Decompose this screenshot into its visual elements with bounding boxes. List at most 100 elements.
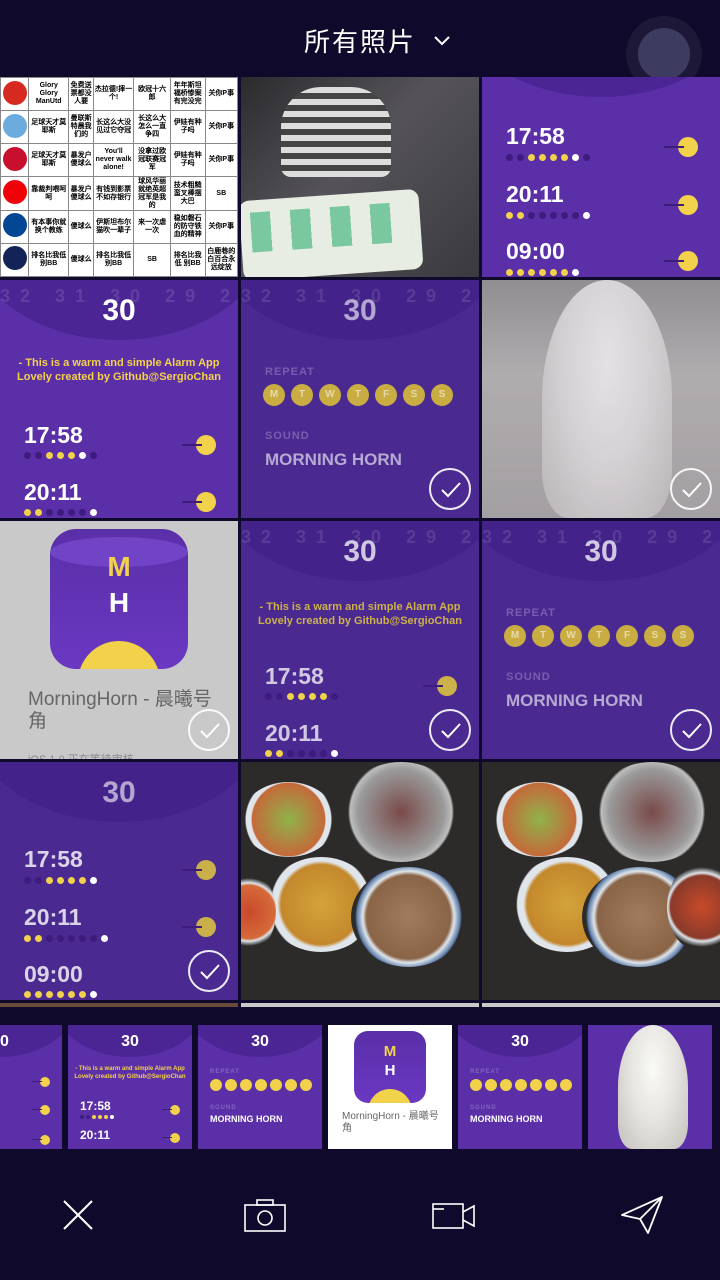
repeat-days [210,1079,312,1091]
table-cell: 长这么大怎么一直争四 [133,110,171,145]
alarm-toggle [182,492,216,512]
check-circle-icon[interactable] [429,709,471,751]
repeat-label: REPEAT [506,607,556,619]
date-arc [482,77,720,97]
repeat-day: S [672,625,694,647]
morninghorn-app-icon: M H [50,529,188,669]
selected-thumb[interactable]: 30 - This is a warm and simple Alarm App… [68,1025,192,1149]
repeat-day: T [532,625,554,647]
app-message-line1: - This is a warm and simple Alarm App [259,601,461,613]
table-cell: Glory Glory ManUtd [27,77,70,112]
photo-tile-alarm-settings-2[interactable]: 32 31 30 29 28 30 REPEAT M T W T F S S S… [482,521,720,759]
repeat-day: T [588,625,610,647]
alarm-toggle [664,251,698,271]
icon-letter-h: H [108,587,130,618]
table-cell: 伊斯坦布尔猫吹一辈子 [92,209,135,244]
photo-tile-food-1[interactable] [241,762,479,1000]
alarm-day-dots [24,509,97,517]
alarm-toggle [664,195,698,215]
video-camera-icon[interactable] [430,1191,478,1239]
current-date: 30 [251,1033,269,1050]
alarm-toggle [182,435,216,455]
alarm-time: 17:58 [506,123,565,149]
alarm-time: 20:11 [24,904,82,930]
pot [592,762,712,862]
table-cell: 欧冠十六郎 [133,77,171,112]
table-cell: 有本事你就换个教练 [27,209,70,244]
table-cell: 没拿过欧冠联赛冠军 [133,143,171,178]
tottenham-crest-icon [2,246,27,271]
photo-tile-alarm-home[interactable]: 32 31 30 29 28 30 - This is a warm and s… [0,280,238,518]
table-cell: SB [204,176,238,211]
selected-thumb[interactable] [588,1025,712,1149]
repeat-day: M [263,384,285,406]
manutd-crest-icon [2,80,27,105]
cat-shape [618,1025,688,1149]
alarm-day-dots [24,935,108,943]
send-icon[interactable] [618,1191,666,1239]
table-cell: 排名比我低 别BB [27,242,70,277]
check-circle-icon[interactable] [429,468,471,510]
bottom-toolbar [0,1149,720,1280]
alarm-toggle [182,917,216,937]
selected-thumb[interactable]: 30 REPEAT SOUND MORNING HORN [458,1025,582,1149]
table-cell: 曼联斯特晨我们的 [68,110,94,145]
alarm-time: 17:58 [24,422,83,448]
album-title[interactable]: 所有照片 [0,22,720,59]
selected-thumb[interactable]: 30 [0,1025,62,1149]
photo-grid: Glory Glory ManUtd 免费送票都没人要 杰拉德!摔一个! 欧冠十… [0,77,720,1007]
selected-thumb[interactable]: 30 REPEAT SOUND MORNING HORN [198,1025,322,1149]
photo-tile-person-pillow[interactable] [241,77,479,277]
repeat-label: REPEAT [470,1069,500,1075]
pot [341,762,461,862]
photo-tile-alarm-home-2[interactable]: 32 31 30 29 28 30 - This is a warm and s… [241,521,479,759]
table-cell: 长这么大没见过它夺冠 [92,110,135,145]
alarm-toggle [423,676,457,696]
table-cell: 杰拉德!摔一个! [92,77,135,112]
alarm-toggle [162,1133,180,1143]
sound-label: SOUND [470,1105,497,1111]
photo-tile-partial[interactable] [241,1003,479,1007]
app-message-line2: Lovely created by Github@SergioChan [17,371,221,383]
morninghorn-app-icon: M H [354,1031,426,1103]
photo-tile-cat[interactable] [482,280,720,518]
alarm-toggle [32,1135,50,1145]
alarm-time: 20:11 [24,479,82,505]
check-circle-icon[interactable] [670,468,712,510]
photo-tile-alarm-settings[interactable]: 32 31 30 29 28 30 REPEAT M T W T F S S S… [241,280,479,518]
photo-tile-partial[interactable] [482,1003,720,1007]
sound-label: SOUND [506,671,551,683]
table-cell: You'll never walk alone! [92,143,135,178]
table-cell: 关你P事 [204,77,238,112]
sound-label: SOUND [265,430,310,442]
alarm-day-dots [265,750,338,758]
check-circle-icon[interactable] [670,709,712,751]
chevron-down-icon[interactable] [432,34,452,48]
photo-tile-food-2[interactable] [482,762,720,1000]
arsenal-crest-icon [2,180,27,205]
repeat-label: REPEAT [265,366,315,378]
photo-tile-football-table[interactable]: Glory Glory ManUtd 免费送票都没人要 杰拉德!摔一个! 欧冠十… [0,77,238,277]
photo-tile-app-icon[interactable]: M H MorningHorn - 晨曦号角 iOS 1.0 正在等待审核 [0,521,238,759]
table-cell: 排名比我低 别BB [169,242,206,277]
photo-tile-alarm-list[interactable]: 17:58 20:11 09:00 [482,77,720,277]
table-cell: 球风华丽就绝英超冠军是我的 [133,176,171,211]
sound-label: SOUND [210,1105,237,1111]
current-date: 30 [121,1033,139,1050]
camera-icon[interactable] [241,1191,289,1239]
alarm-time: 09:00 [506,238,565,264]
check-circle-icon[interactable] [188,709,230,751]
plate [351,867,466,967]
check-circle-icon[interactable] [188,950,230,992]
app-name: MorningHorn - 晨曦号角 [342,1111,439,1134]
alarm-time: 09:00 [24,961,83,987]
icon-letter-h: H [384,1062,396,1079]
photo-tile-alarm-list-2[interactable]: 30 17:58 20:11 09:00 [0,762,238,1000]
table-cell: 关你P事 [204,110,238,145]
selected-thumb[interactable]: M H MorningHorn - 晨曦号角 [328,1025,452,1149]
mancity-crest-icon [2,113,27,138]
close-icon[interactable] [54,1191,102,1239]
repeat-day: T [291,384,313,406]
photo-tile-partial[interactable] [0,1003,238,1007]
icon-letter-m: M [107,551,131,582]
